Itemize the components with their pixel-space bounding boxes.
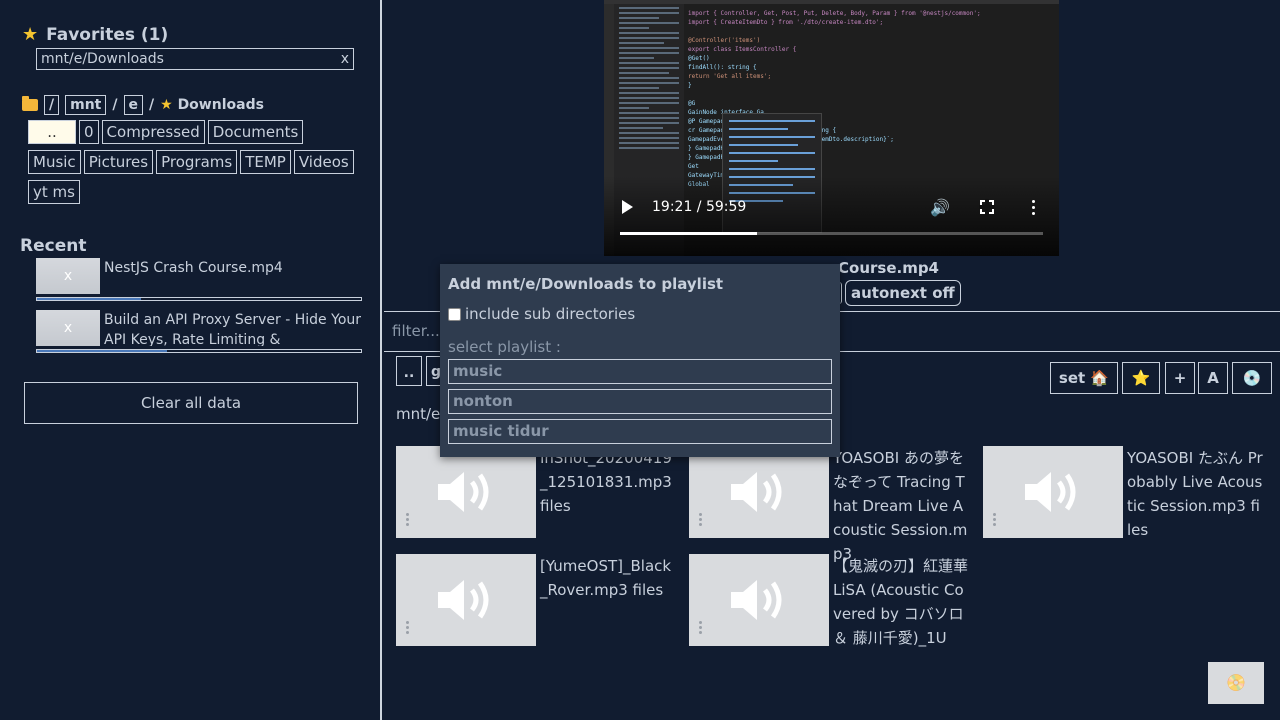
star-icon: ★: [160, 97, 173, 113]
add-button[interactable]: +: [1165, 362, 1195, 394]
media-name[interactable]: YOASOBI あの夢をなぞって Tracing That Dream Live…: [833, 446, 969, 566]
audio-thumbnail[interactable]: [689, 446, 829, 538]
video-code-line: import { Controller, Get, Post, Put, Del…: [688, 10, 981, 17]
folder-item[interactable]: Videos: [293, 150, 354, 174]
folder-item[interactable]: Pictures: [83, 150, 154, 174]
media-name[interactable]: 【鬼滅の刃】紅蓮華 LiSA (Acoustic Covered by コバソロ…: [833, 554, 969, 650]
include-subdirectories-label[interactable]: include sub directories: [465, 305, 635, 323]
volume-icon[interactable]: 🔊: [930, 198, 950, 217]
speaker-icon: [438, 580, 489, 620]
now-playing-title: Course.mp4: [838, 259, 939, 277]
recent-thumbnail[interactable]: x: [36, 310, 100, 346]
audio-thumbnail[interactable]: [689, 554, 829, 646]
include-subdirectories-option[interactable]: include sub directories: [448, 305, 635, 323]
breadcrumb-separator: /: [149, 97, 155, 113]
playlist-option[interactable]: music tidur: [448, 419, 832, 444]
breadcrumb-current[interactable]: ★ Downloads: [160, 97, 264, 113]
breadcrumb-current-label: Downloads: [177, 97, 264, 113]
recent-thumbnail[interactable]: x: [36, 258, 100, 294]
audio-thumbnail[interactable]: [396, 554, 536, 646]
include-subdirectories-checkbox[interactable]: [448, 307, 461, 321]
item-menu-icon[interactable]: [406, 513, 409, 528]
disc-button[interactable]: 💿: [1232, 362, 1272, 394]
video-code-line: findAll(): string {: [688, 64, 757, 71]
filter-input[interactable]: filter...: [392, 322, 440, 340]
speaker-icon: [731, 580, 782, 620]
breadcrumb-mnt[interactable]: mnt: [65, 95, 107, 115]
folder-item[interactable]: Programs: [156, 150, 238, 174]
dialog-title: Add mnt/e/Downloads to playlist: [448, 275, 724, 293]
breadcrumb-separator: /: [112, 97, 118, 113]
item-menu-icon[interactable]: [699, 621, 702, 636]
folder-up[interactable]: ..: [28, 120, 76, 144]
select-playlist-label: select playlist :: [448, 338, 561, 356]
sidebar: ★ Favorites (1) mnt/e/Downloads x / mnt …: [0, 0, 382, 720]
video-code-line: @G: [688, 100, 696, 107]
audio-thumbnail[interactable]: [396, 446, 536, 538]
speaker-icon: [1025, 472, 1076, 512]
star-icon: ★: [22, 24, 39, 45]
favorite-path-item[interactable]: mnt/e/Downloads x: [36, 48, 354, 70]
folder-icon: [22, 96, 38, 111]
folder-item[interactable]: Music: [28, 150, 81, 174]
video-code-line: [688, 28, 1053, 37]
recent-progress-bar: [36, 297, 362, 301]
media-name[interactable]: [YumeOST]_Black_Rover.mp3 files: [540, 554, 676, 602]
favorites-header[interactable]: ★ Favorites (1): [22, 24, 168, 45]
video-controls-shade: [604, 176, 1059, 256]
folder-item[interactable]: Documents: [207, 120, 304, 144]
recent-title: Recent: [20, 236, 87, 256]
favorite-star-button[interactable]: ⭐: [1122, 362, 1160, 394]
item-menu-icon[interactable]: [993, 513, 996, 528]
folder-item[interactable]: TEMP: [240, 150, 291, 174]
breadcrumb: / mnt / e / ★ Downloads: [22, 95, 264, 115]
speaker-icon: [438, 472, 489, 512]
fullscreen-icon[interactable]: [979, 199, 995, 215]
video-progress-fill: [620, 232, 758, 235]
set-home-button[interactable]: set 🏠: [1050, 362, 1118, 394]
remove-favorite-button[interactable]: x: [341, 51, 349, 67]
folder-list: .. 0 Compressed Documents Music Pictures…: [28, 120, 358, 204]
disc-floating-button[interactable]: 📀: [1208, 662, 1264, 704]
playlist-option[interactable]: nonton: [448, 389, 832, 414]
more-options-icon[interactable]: [1032, 200, 1036, 216]
current-path: mnt/e/: [396, 405, 446, 423]
add-to-playlist-dialog: Add mnt/e/Downloads to playlist include …: [440, 264, 840, 457]
breadcrumb-root[interactable]: /: [44, 95, 60, 115]
favorites-title: Favorites (1): [46, 24, 169, 45]
folder-item[interactable]: yt ms: [28, 180, 80, 204]
video-code-line: export class ItemsController {: [688, 46, 797, 53]
recent-item-title[interactable]: Build an API Proxy Server - Hide Your AP…: [104, 310, 362, 346]
video-code-line: @Get(): [688, 55, 710, 62]
item-menu-icon[interactable]: [406, 621, 409, 636]
recent-progress-fill: [37, 350, 167, 352]
folder-item[interactable]: 0: [79, 120, 99, 144]
video-time: 19:21 / 59:59: [652, 199, 747, 215]
favorite-path[interactable]: mnt/e/Downloads: [41, 51, 164, 67]
sort-alpha-button[interactable]: A: [1198, 362, 1228, 394]
clear-all-data-button[interactable]: Clear all data: [24, 382, 358, 424]
video-code-line: }: [688, 82, 692, 89]
breadcrumb-e[interactable]: e: [123, 95, 143, 115]
audio-thumbnail[interactable]: [983, 446, 1123, 538]
video-code-line: import { CreateItemDto } from './dto/cre…: [688, 19, 884, 26]
recent-item-title[interactable]: NestJS Crash Course.mp4: [104, 258, 362, 278]
item-menu-icon[interactable]: [699, 513, 702, 528]
autonext-toggle[interactable]: autonext off: [845, 280, 961, 306]
recent-progress-fill: [37, 298, 141, 300]
play-button[interactable]: [622, 200, 633, 214]
video-player[interactable]: import { Controller, Get, Post, Put, Del…: [604, 0, 1059, 256]
video-code-line: @Controller('items'): [688, 37, 761, 44]
recent-progress-bar: [36, 349, 362, 353]
video-code-line: return 'Get all items';: [688, 73, 772, 80]
media-name[interactable]: YOASOBI たぶん Probably Live Acoustic Sessi…: [1127, 446, 1263, 542]
parent-directory-button[interactable]: ..: [396, 356, 422, 386]
video-progress-bar[interactable]: [620, 232, 1043, 235]
video-code-line: [688, 91, 1053, 100]
speaker-icon: [731, 472, 782, 512]
playlist-option[interactable]: music: [448, 359, 832, 384]
folder-item[interactable]: Compressed: [101, 120, 205, 144]
